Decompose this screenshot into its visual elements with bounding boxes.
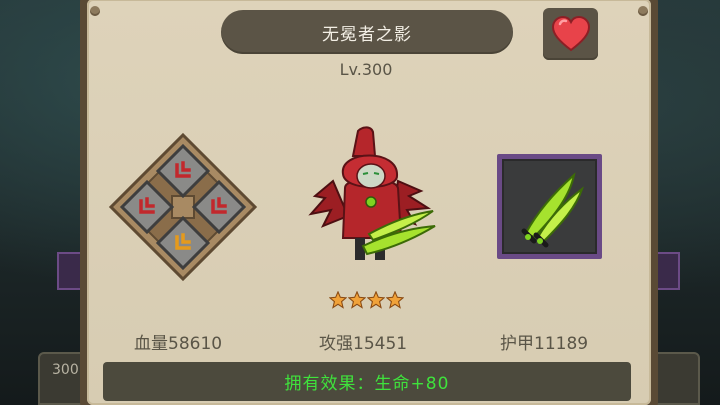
star-icon [348, 291, 366, 309]
background-left-tab-label: 300 [52, 362, 79, 378]
rune-emblem[interactable] [108, 132, 258, 282]
panel-stud [90, 6, 100, 16]
twin-blades-icon [521, 172, 584, 248]
hero-star-rating [329, 291, 405, 309]
hero-level: Lv.300 [339, 60, 393, 79]
star-icon [367, 291, 385, 309]
hero-character-image [308, 126, 436, 260]
hero-name-title: 无冕者之影 [221, 10, 513, 54]
owned-effect-text: 拥有效果：生命+80 [284, 374, 450, 394]
rune-emblem-icon [108, 132, 258, 282]
panel-stud [638, 6, 648, 16]
weapon-slot[interactable] [497, 154, 602, 259]
star-icon [329, 291, 347, 309]
stat-attack: 攻强15451 [319, 334, 408, 354]
heart-icon [551, 16, 590, 52]
stat-hp: 血量58610 [134, 334, 223, 354]
weapon-slot-inner [502, 159, 597, 254]
favorite-button[interactable] [543, 8, 598, 60]
stat-armor: 护甲11189 [500, 334, 589, 354]
owned-effect-bar: 拥有效果：生命+80 [103, 362, 631, 401]
star-icon [386, 291, 404, 309]
hero-portrait[interactable] [303, 126, 443, 271]
